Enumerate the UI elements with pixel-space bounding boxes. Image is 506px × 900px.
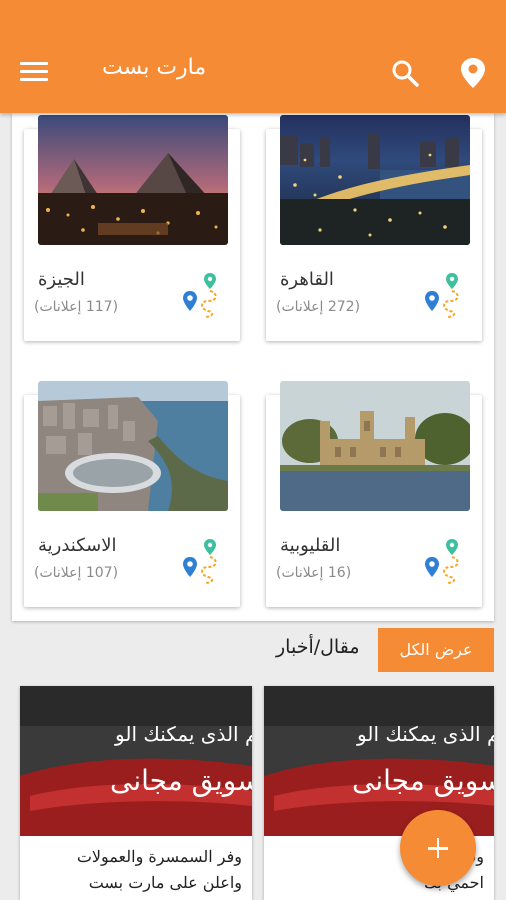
route-map-icon xyxy=(424,537,468,587)
add-button[interactable] xyxy=(400,810,476,886)
article-image xyxy=(264,686,494,836)
city-photo-cairo xyxy=(280,115,470,245)
view-all-button[interactable]: عرض الكل xyxy=(378,628,494,672)
articles-section-title: مقال/أخبار xyxy=(276,636,360,658)
article-text: وفر السمسرة والعمولات واعلن على مارت بست xyxy=(30,844,242,896)
menu-icon[interactable] xyxy=(18,60,50,84)
city-ad-count: (117 إعلانات) xyxy=(34,299,119,315)
app-title: مارت بست xyxy=(102,55,207,80)
article-text-line: واعلن على مارت بست xyxy=(88,873,242,892)
city-card-giza[interactable]: الجيزة (117 إعلانات) xyxy=(24,115,240,341)
city-name: الاسكندرية xyxy=(38,535,117,556)
route-map-icon xyxy=(182,537,226,587)
route-map-icon xyxy=(424,271,468,321)
city-card-qalyubia[interactable]: القليوبية (16 إعلانات) xyxy=(266,381,482,607)
city-photo-qalyubia xyxy=(280,381,470,511)
article-headline: الاسم الذى يمكنك الو xyxy=(357,722,494,746)
article-card[interactable]: الاسم الذى يمكنك الو تسويق مجانى وفر الس… xyxy=(20,686,252,900)
article-text-line: وفر السمسرة والعمولات xyxy=(76,847,242,866)
article-slogan: تسويق مجانى xyxy=(351,764,494,797)
city-name: القاهرة xyxy=(280,269,334,290)
city-ad-count: (107 إعلانات) xyxy=(34,565,119,581)
article-image xyxy=(20,686,252,836)
city-ad-count: (272 إعلانات) xyxy=(276,299,361,315)
city-name: الجيزة xyxy=(38,269,85,290)
location-pin-icon[interactable] xyxy=(458,56,488,90)
cities-panel: الجيزة (117 إعلانات) القاهرة (272 إعلانا… xyxy=(12,113,494,621)
article-headline: الاسم الذى يمكنك الو xyxy=(115,722,252,746)
article-slogan: تسويق مجانى xyxy=(109,764,252,797)
city-card-alexandria[interactable]: الاسكندرية (107 إعلانات) xyxy=(24,381,240,607)
app-bar: مارت بست xyxy=(0,0,506,113)
search-icon[interactable] xyxy=(390,58,420,88)
city-photo-alexandria xyxy=(38,381,228,511)
city-photo-giza xyxy=(38,115,228,245)
city-name: القليوبية xyxy=(280,535,341,556)
route-map-icon xyxy=(182,271,226,321)
city-card-cairo[interactable]: القاهرة (272 إعلانات) xyxy=(266,115,482,341)
city-ad-count: (16 إعلانات) xyxy=(276,565,352,581)
